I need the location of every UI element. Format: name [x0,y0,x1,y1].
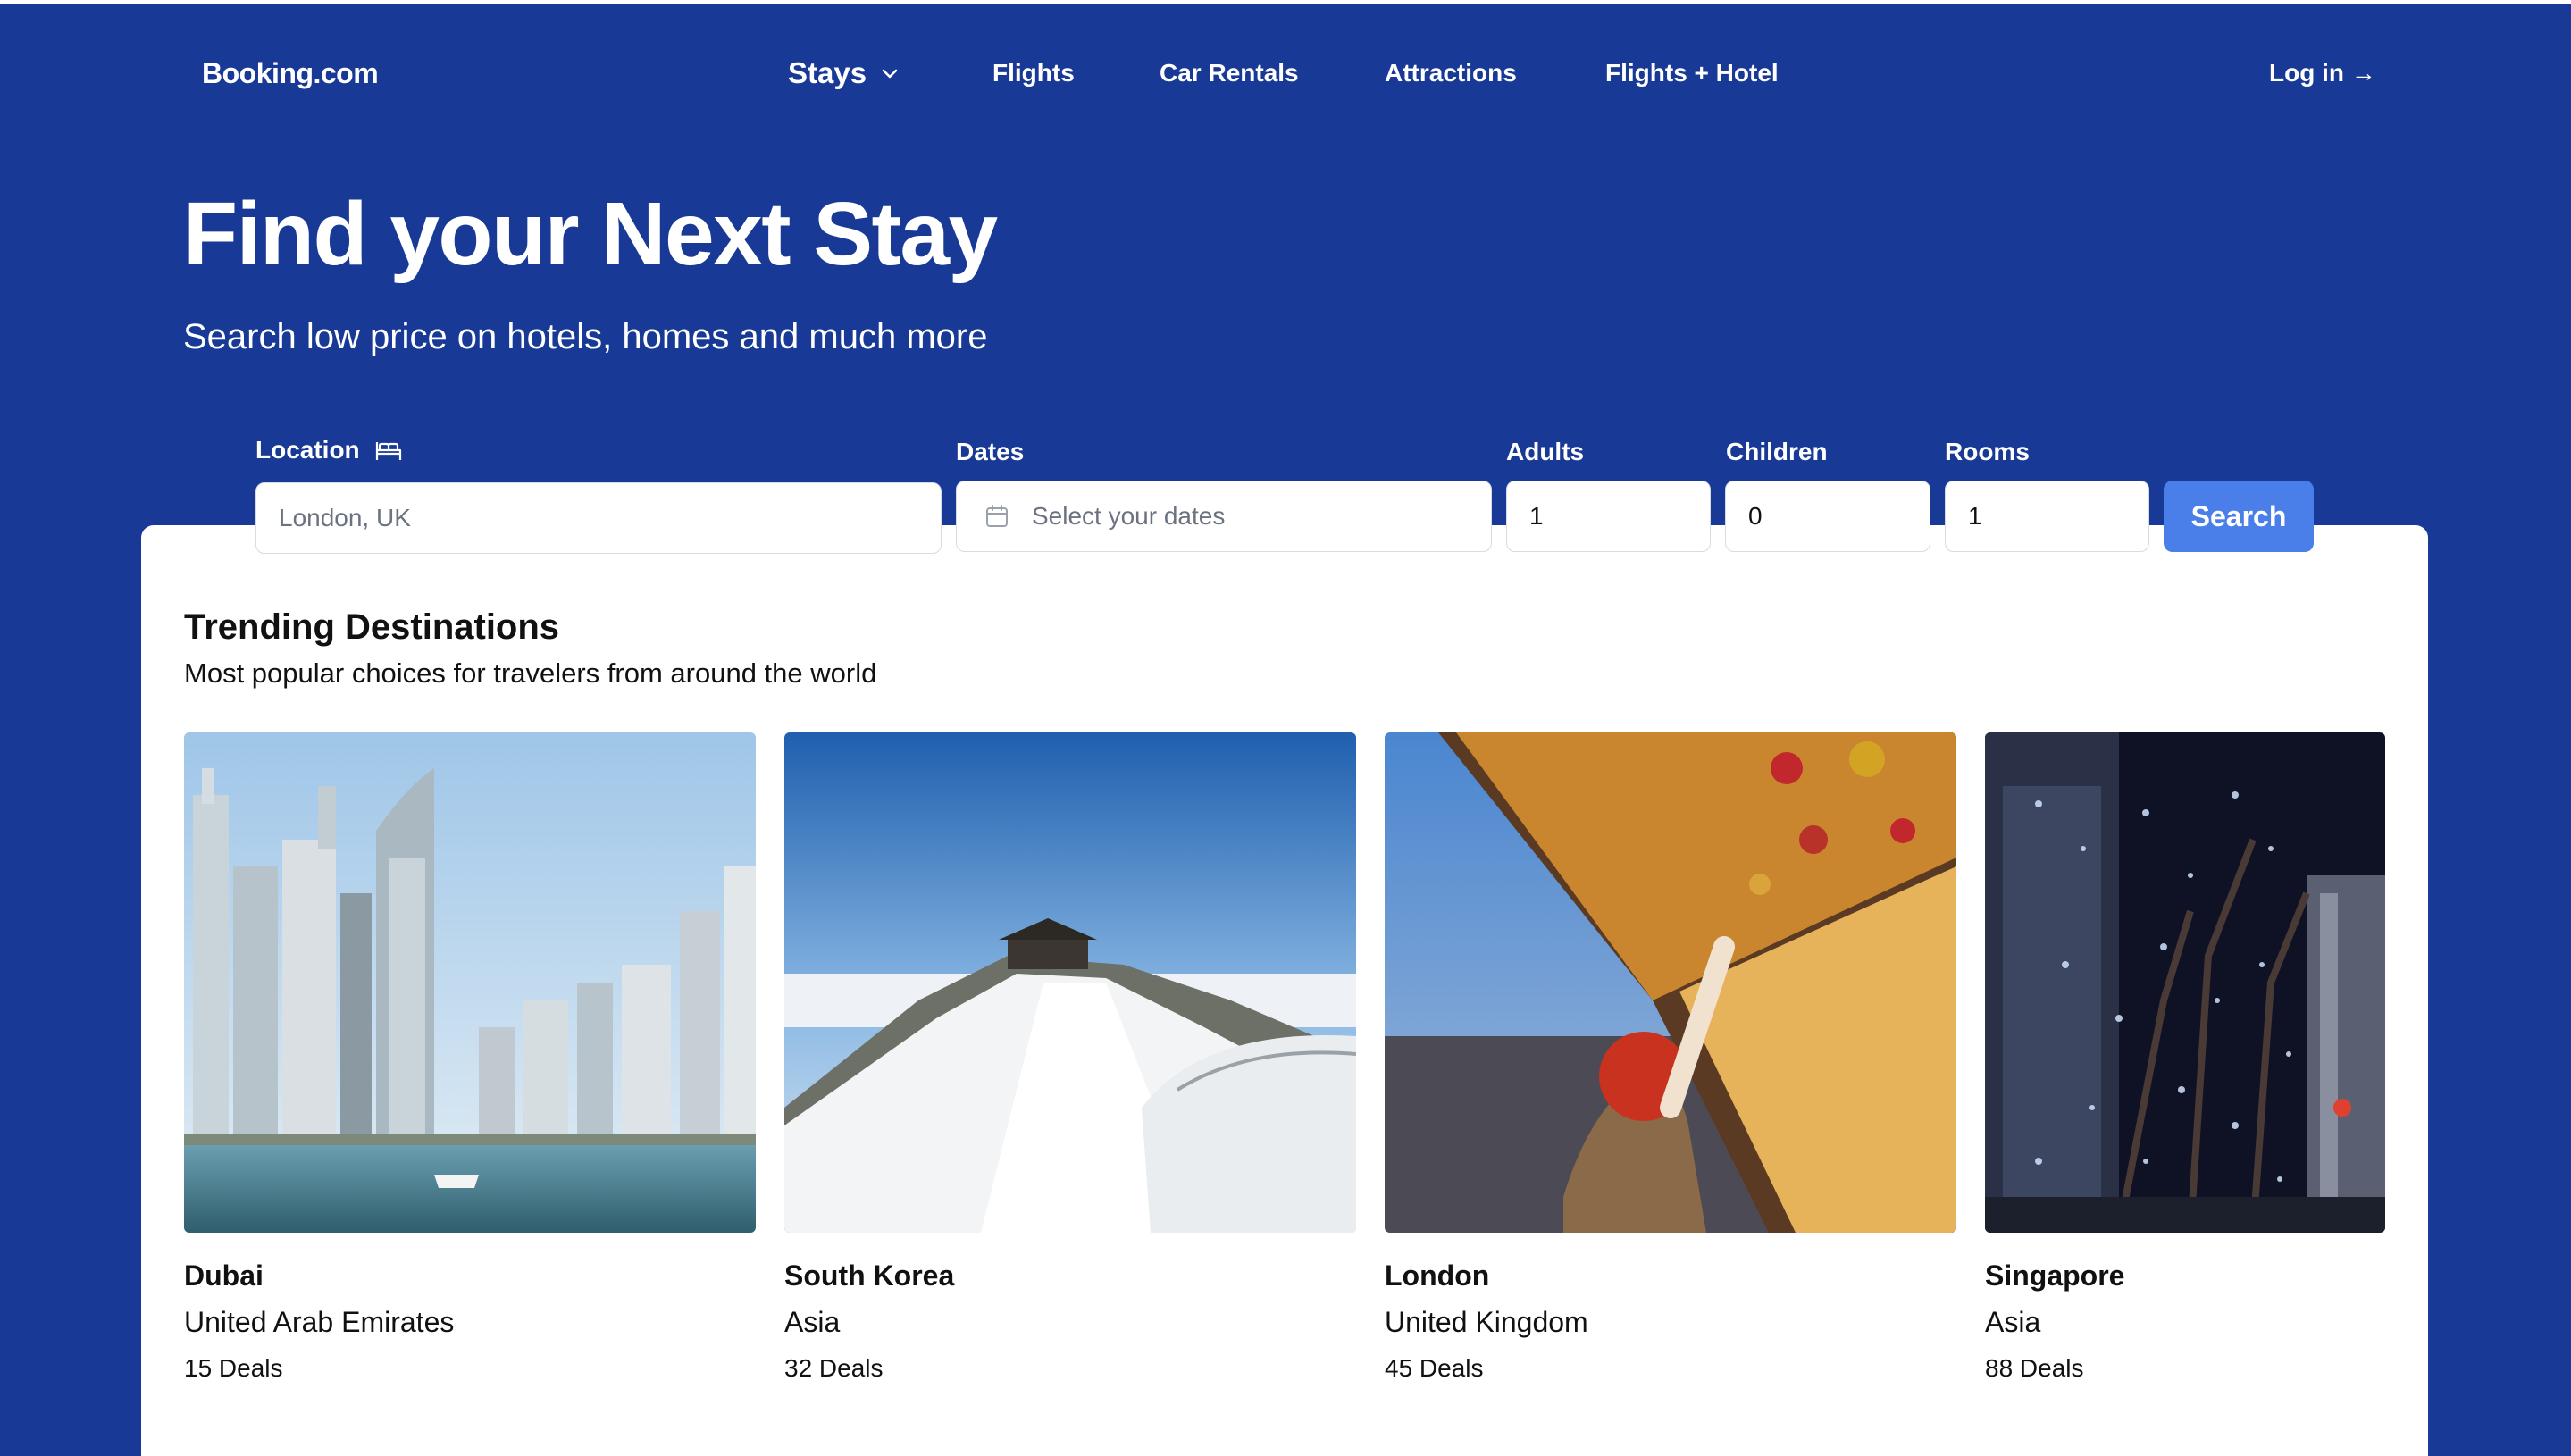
destination-name: Dubai [184,1259,264,1292]
adults-field[interactable] [1506,481,1711,552]
rooms-input[interactable] [1968,502,2148,531]
children-field[interactable] [1725,481,1930,552]
destination-card-singapore[interactable]: Singapore Asia 88 Deals [1985,732,2385,1382]
logo[interactable]: Booking.com [202,57,379,90]
destination-image-singapore [1985,732,2385,1233]
children-label: Children [1726,438,1828,465]
destination-deals: 88 Deals [1985,1354,2084,1382]
trending-title: Trending Destinations [184,607,560,647]
children-input[interactable] [1748,502,1930,531]
nav-stays-label: Stays [788,56,867,89]
nav-attractions[interactable]: Attractions [1385,59,1517,88]
rooms-field[interactable] [1945,481,2149,552]
calendar-icon [984,503,1010,530]
nav-car-rentals[interactable]: Car Rentals [1160,59,1299,88]
destination-deals: 15 Deals [184,1354,283,1382]
destination-name: Singapore [1985,1259,2125,1292]
destination-deals: 32 Deals [784,1354,884,1382]
destination-image-dubai [184,732,756,1233]
bed-icon [374,438,403,463]
location-label: Location [255,436,403,464]
destination-region: United Kingdom [1385,1306,1588,1338]
nav-flights[interactable]: Flights [992,59,1075,88]
login-link[interactable]: Log in → [2269,59,2376,88]
destination-card-london[interactable]: London United Kingdom 45 Deals [1385,732,1956,1382]
destination-region: Asia [784,1306,841,1338]
location-field[interactable] [255,482,942,554]
destination-card-dubai[interactable]: Dubai United Arab Emirates 15 Deals [184,732,756,1382]
destination-image-south-korea [784,732,1356,1233]
destination-region: Asia [1985,1306,2041,1338]
dates-label: Dates [956,438,1025,465]
adults-input[interactable] [1529,502,1710,531]
destination-card-south-korea[interactable]: South Korea Asia 32 Deals [784,732,1356,1382]
search-button[interactable]: Search [2164,481,2314,552]
nav-stays[interactable]: Stays [788,56,900,90]
dates-field[interactable]: Select your dates [956,481,1492,552]
hero-subtitle: Search low price on hotels, homes and mu… [183,317,988,356]
rooms-label: Rooms [1945,438,2030,465]
destination-name: London [1385,1259,1490,1292]
destination-deals: 45 Deals [1385,1354,1484,1382]
hero-title: Find your Next Stay [183,184,998,284]
adults-label: Adults [1506,438,1585,465]
nav-flights-hotel[interactable]: Flights + Hotel [1605,59,1779,88]
top-nav: Booking.com Stays Flights Car Rentals At… [0,0,2571,152]
location-input[interactable] [279,504,941,532]
destination-name: South Korea [784,1259,955,1292]
destination-region: United Arab Emirates [184,1306,455,1338]
trending-subtitle: Most popular choices for travelers from … [184,657,877,689]
trending-panel: Trending Destinations Most popular choic… [141,525,2428,1456]
chevron-down-icon [879,63,900,84]
location-label-text: Location [255,436,360,464]
destination-image-london [1385,732,1956,1233]
dates-placeholder: Select your dates [1032,502,1226,530]
